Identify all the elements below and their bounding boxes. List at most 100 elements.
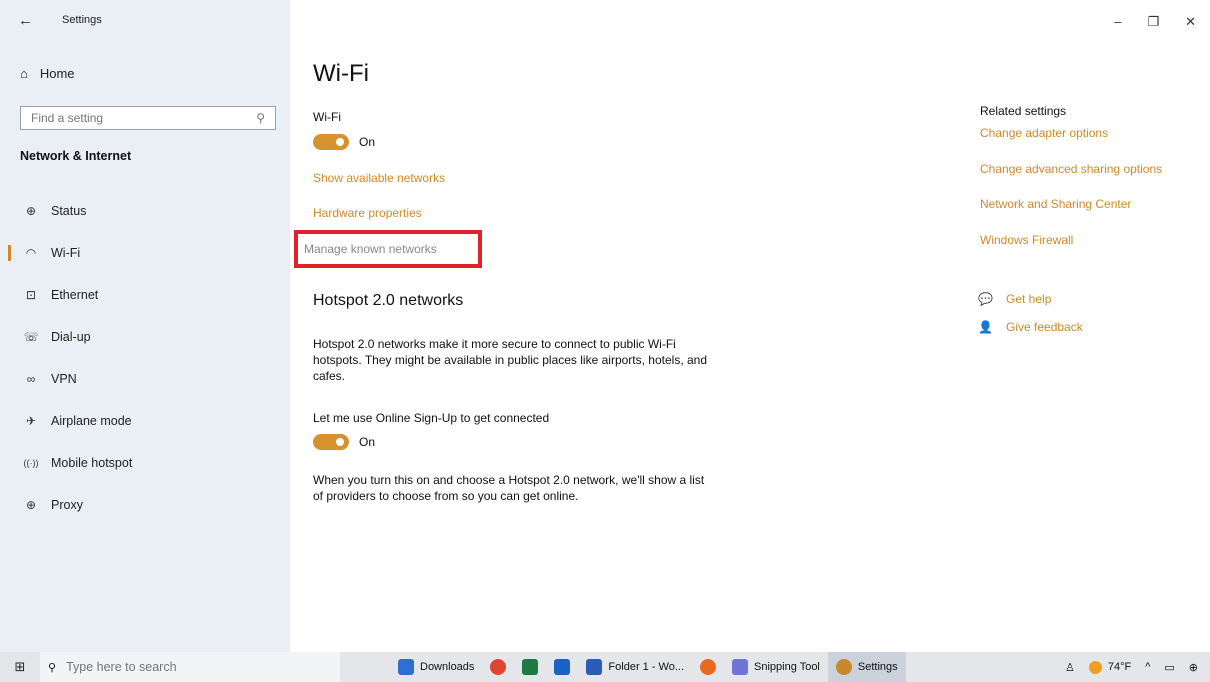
hotspot-icon: ((·)) bbox=[23, 458, 39, 468]
hotspot-section-title: Hotspot 2.0 networks bbox=[313, 292, 464, 309]
sidebar-item-status[interactable]: ⊕ Status bbox=[0, 190, 290, 232]
dialup-icon: ☏ bbox=[23, 330, 39, 344]
taskbar-item-label: Settings bbox=[857, 661, 898, 673]
give-feedback-link[interactable]: 👤 Give feedback bbox=[978, 320, 1083, 334]
online-signup-toggle-state: On bbox=[359, 435, 376, 449]
show-available-networks-link[interactable]: Show available networks bbox=[313, 171, 445, 185]
sidebar-item-label: Wi-Fi bbox=[51, 246, 81, 260]
sidebar-nav: ⊕ Status ◠ Wi-Fi ⊡ Ethernet ☏ Dial-up ∞ … bbox=[0, 190, 290, 526]
firefox-icon bbox=[700, 659, 717, 675]
change-advanced-sharing-link[interactable]: Change advanced sharing options bbox=[980, 162, 1162, 176]
vpn-icon: ∞ bbox=[26, 372, 36, 386]
search-icon[interactable]: ⚲ bbox=[256, 111, 265, 125]
find-setting-input[interactable] bbox=[31, 111, 257, 125]
taskbar-downloads[interactable]: Downloads bbox=[390, 652, 482, 682]
chevron-up-icon[interactable]: ^ bbox=[1145, 661, 1150, 673]
search-icon: ⚲ bbox=[48, 661, 57, 674]
taskbar-snipping-tool[interactable]: Snipping Tool bbox=[724, 652, 828, 682]
taskbar-chrome[interactable] bbox=[482, 652, 514, 682]
proxy-icon: ⊕ bbox=[25, 498, 37, 512]
ethernet-icon: ⊡ bbox=[25, 288, 37, 302]
sidebar-item-label: VPN bbox=[51, 372, 77, 386]
sidebar-item-label: Mobile hotspot bbox=[51, 456, 133, 470]
people-icon[interactable]: ♙ bbox=[1065, 661, 1075, 674]
status-icon: ⊕ bbox=[25, 204, 37, 218]
taskbar-excel[interactable] bbox=[514, 652, 546, 682]
taskbar-firefox[interactable] bbox=[692, 652, 724, 682]
outlook-icon bbox=[554, 659, 571, 675]
downloads-icon bbox=[398, 659, 414, 675]
home-label: Home bbox=[39, 66, 75, 81]
taskbar-item-label: Downloads bbox=[420, 661, 475, 673]
system-tray: ♙ 74°F ^ ▭ ⊕ bbox=[1065, 652, 1198, 682]
hotspot-description: Hotspot 2.0 networks make it more secure… bbox=[313, 337, 708, 383]
feedback-person-icon: 👤 bbox=[978, 320, 993, 334]
network-sharing-center-link[interactable]: Network and Sharing Center bbox=[980, 197, 1131, 211]
weather-widget[interactable]: 74°F bbox=[1088, 660, 1132, 674]
sidebar-item-ethernet[interactable]: ⊡ Ethernet bbox=[0, 274, 290, 316]
weather-temp: 74°F bbox=[1107, 661, 1132, 673]
online-signup-description: When you turn this on and choose a Hotsp… bbox=[313, 473, 705, 503]
section-title: Network & Internet bbox=[20, 149, 132, 163]
sidebar-item-label: Proxy bbox=[51, 498, 83, 512]
sidebar-item-airplane-mode[interactable]: ✈ Airplane mode bbox=[0, 400, 290, 442]
highlight-box: Manage known networks bbox=[294, 230, 482, 268]
page-title: Wi-Fi bbox=[313, 60, 369, 87]
wifi-toggle-state: On bbox=[359, 135, 376, 149]
wifi-icon: ◠ bbox=[25, 246, 37, 260]
sidebar-item-mobile-hotspot[interactable]: ((·)) Mobile hotspot bbox=[0, 442, 290, 484]
sidebar-item-label: Status bbox=[51, 204, 87, 218]
settings-icon bbox=[835, 659, 852, 675]
sidebar: ← Settings ⌂ Home ⚲ Network & Internet ⊕… bbox=[0, 0, 290, 652]
online-signup-label: Let me use Online Sign-Up to get connect… bbox=[313, 411, 550, 425]
home-link[interactable]: ⌂ Home bbox=[20, 66, 75, 81]
taskbar: ⊞ ⚲ Downloads Folder 1 - Wo... Snipping … bbox=[0, 652, 1210, 682]
sidebar-item-proxy[interactable]: ⊕ Proxy bbox=[0, 484, 290, 526]
taskbar-search-input[interactable] bbox=[66, 660, 307, 674]
airplane-icon: ✈ bbox=[25, 414, 37, 428]
online-signup-toggle-row[interactable]: On bbox=[313, 434, 375, 450]
get-help-link[interactable]: 💬 Get help bbox=[978, 292, 1051, 306]
taskbar-search[interactable]: ⚲ bbox=[40, 652, 340, 682]
back-arrow-icon[interactable]: ← bbox=[18, 12, 33, 29]
sidebar-item-dialup[interactable]: ☏ Dial-up bbox=[0, 316, 290, 358]
windows-firewall-link[interactable]: Windows Firewall bbox=[980, 233, 1073, 247]
window-controls: – ❐ ✕ bbox=[1114, 14, 1196, 30]
chrome-icon bbox=[490, 659, 507, 675]
sidebar-item-vpn[interactable]: ∞ VPN bbox=[0, 358, 290, 400]
close-icon[interactable]: ✕ bbox=[1185, 14, 1196, 30]
wifi-toggle-switch[interactable] bbox=[313, 134, 349, 150]
wifi-label: Wi-Fi bbox=[313, 110, 341, 124]
online-signup-toggle-switch[interactable] bbox=[313, 434, 349, 450]
manage-known-networks-link[interactable]: Manage known networks bbox=[304, 242, 437, 256]
related-settings-title: Related settings bbox=[980, 104, 1067, 118]
window-title: Settings bbox=[62, 14, 102, 26]
battery-icon[interactable]: ▭ bbox=[1164, 661, 1174, 674]
find-setting-search[interactable]: ⚲ bbox=[20, 106, 276, 130]
taskbar-item-label: Folder 1 - Wo... bbox=[608, 661, 685, 673]
hardware-properties-link[interactable]: Hardware properties bbox=[313, 206, 422, 220]
windows-start-icon[interactable]: ⊞ bbox=[0, 652, 40, 682]
word-icon bbox=[586, 659, 603, 675]
minimize-icon[interactable]: – bbox=[1114, 14, 1121, 30]
network-globe-icon[interactable]: ⊕ bbox=[1189, 661, 1198, 674]
get-help-label: Get help bbox=[1006, 292, 1052, 306]
taskbar-item-label: Snipping Tool bbox=[754, 661, 820, 673]
taskbar-settings[interactable]: Settings bbox=[827, 652, 906, 682]
sidebar-item-label: Dial-up bbox=[51, 330, 91, 344]
excel-icon bbox=[522, 659, 539, 675]
weather-sun-icon bbox=[1088, 660, 1102, 674]
wifi-toggle-row[interactable]: On bbox=[313, 134, 375, 150]
give-feedback-label: Give feedback bbox=[1006, 320, 1083, 334]
home-icon: ⌂ bbox=[20, 66, 28, 81]
snipping-icon bbox=[732, 659, 749, 675]
sidebar-item-label: Ethernet bbox=[51, 288, 99, 302]
taskbar-outlook[interactable] bbox=[546, 652, 578, 682]
taskbar-word[interactable]: Folder 1 - Wo... bbox=[578, 652, 692, 682]
main-content: – ❐ ✕ Wi-Fi Wi-Fi On Show available netw… bbox=[290, 0, 1210, 652]
sidebar-item-wifi[interactable]: ◠ Wi-Fi bbox=[0, 232, 290, 274]
sidebar-item-label: Airplane mode bbox=[51, 414, 132, 428]
change-adapter-options-link[interactable]: Change adapter options bbox=[980, 126, 1108, 140]
maximize-icon[interactable]: ❐ bbox=[1147, 14, 1159, 30]
help-chat-icon: 💬 bbox=[978, 292, 993, 306]
